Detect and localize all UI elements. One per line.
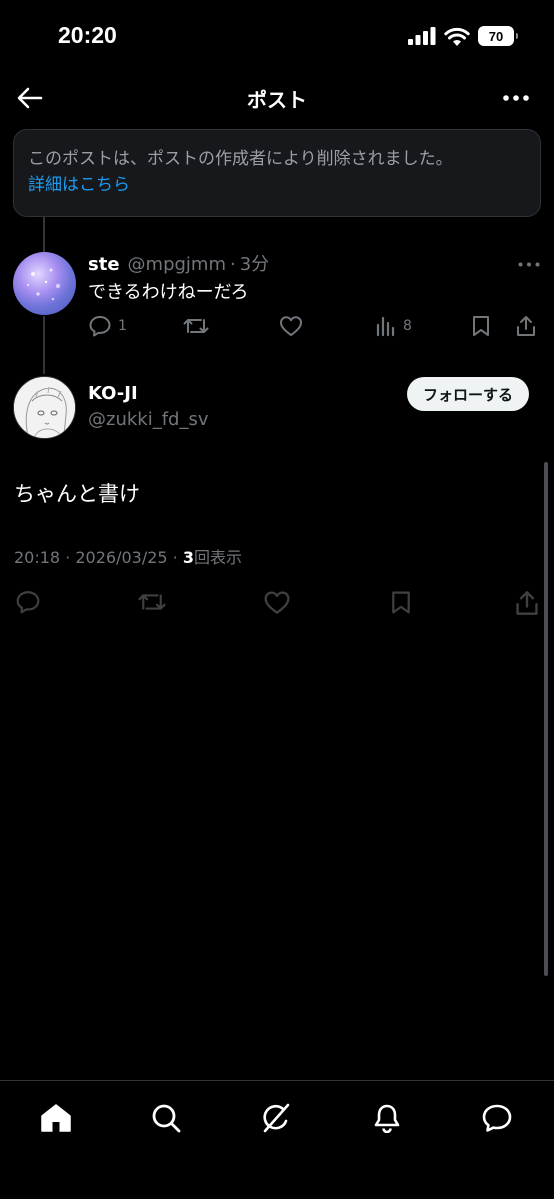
deleted-post-notice: このポストは、ポストの作成者により削除されました。 詳細はこちら <box>13 129 541 217</box>
reply-button[interactable]: 1 <box>88 315 127 337</box>
battery-icon: 70 <box>478 26 518 46</box>
home-icon <box>41 1104 71 1132</box>
post-views-count[interactable]: 3 <box>183 548 194 567</box>
share-icon <box>516 591 538 615</box>
notifications-icon <box>374 1104 400 1133</box>
reply-more-button[interactable] <box>518 252 540 271</box>
header: ポスト <box>0 72 554 124</box>
author-name[interactable]: KO-JI <box>88 383 138 404</box>
repost-button[interactable] <box>183 315 209 337</box>
avatar[interactable] <box>13 252 76 315</box>
view-count: 8 <box>403 318 412 334</box>
share-button[interactable] <box>515 315 537 337</box>
reply-text: できるわけねーだろ <box>88 282 249 303</box>
post-timestamp: 20:18 · 2026/03/25 · <box>14 548 183 567</box>
nav-notifications[interactable] <box>367 1098 407 1138</box>
wifi-icon <box>444 27 470 46</box>
post-text: ちゃんと書け <box>14 482 140 506</box>
nav-messages[interactable] <box>477 1098 517 1138</box>
reply-post[interactable]: ste @mpgjmm · 3分 できるわけねーだろ 1 8 <box>0 238 554 358</box>
grok-icon <box>263 1103 290 1133</box>
bookmark-icon <box>473 316 489 336</box>
heart-icon <box>264 591 290 614</box>
post-views-label[interactable]: 回表示 <box>194 548 242 567</box>
status-bar: 20:20 70 <box>0 0 554 72</box>
reply-header: ste @mpgjmm · 3分 <box>88 250 269 276</box>
like-button[interactable] <box>263 590 291 615</box>
reply-time: 3分 <box>239 254 270 275</box>
search-icon <box>152 1104 181 1133</box>
avatar-image <box>27 268 61 301</box>
reply-author-handle[interactable]: @mpgjmm <box>128 254 226 275</box>
views-button[interactable]: 8 <box>375 315 412 337</box>
page-title: ポスト <box>247 88 307 112</box>
bottom-nav <box>0 1080 554 1199</box>
repost-icon <box>183 319 209 333</box>
author-handle[interactable]: @zukki_fd_sv <box>88 409 209 430</box>
more-horizontal-icon <box>503 95 529 101</box>
bookmark-icon <box>392 591 410 614</box>
views-icon <box>376 316 395 337</box>
reply-count: 1 <box>118 318 127 334</box>
status-time: 20:20 <box>58 22 117 48</box>
more-horizontal-icon <box>518 262 540 267</box>
bookmark-button[interactable] <box>390 590 412 615</box>
reply-actions: 1 8 <box>88 315 540 339</box>
repost-icon <box>138 594 166 610</box>
follow-button[interactable]: フォローする <box>406 377 529 411</box>
separator-dot: · <box>230 254 236 275</box>
author-avatar[interactable] <box>13 376 76 439</box>
messages-icon <box>482 1104 512 1132</box>
reply-author-name[interactable]: ste <box>88 254 120 275</box>
bookmark-button[interactable] <box>471 315 491 337</box>
nav-home[interactable] <box>36 1098 76 1138</box>
scrollbar[interactable] <box>544 462 548 976</box>
learn-more-link[interactable]: 詳細はこちら <box>28 172 526 198</box>
like-button[interactable] <box>279 315 303 337</box>
nav-grok[interactable] <box>256 1098 296 1138</box>
reply-icon <box>16 591 40 614</box>
more-options-button[interactable] <box>498 80 534 116</box>
repost-button[interactable] <box>137 590 167 614</box>
share-button[interactable] <box>514 590 540 616</box>
post-meta: 20:18 · 2026/03/25 · 3回表示 <box>14 544 242 568</box>
signal-icon <box>408 27 436 45</box>
post-actions <box>0 590 554 616</box>
status-icons: 70 <box>408 26 518 46</box>
avatar-image <box>14 377 75 438</box>
nav-search[interactable] <box>146 1098 186 1138</box>
deleted-post-text: このポストは、ポストの作成者により削除されました。 <box>28 149 453 169</box>
share-icon <box>517 316 535 336</box>
reply-icon <box>89 316 111 337</box>
heart-icon <box>280 316 302 336</box>
reply-button[interactable] <box>15 590 41 614</box>
